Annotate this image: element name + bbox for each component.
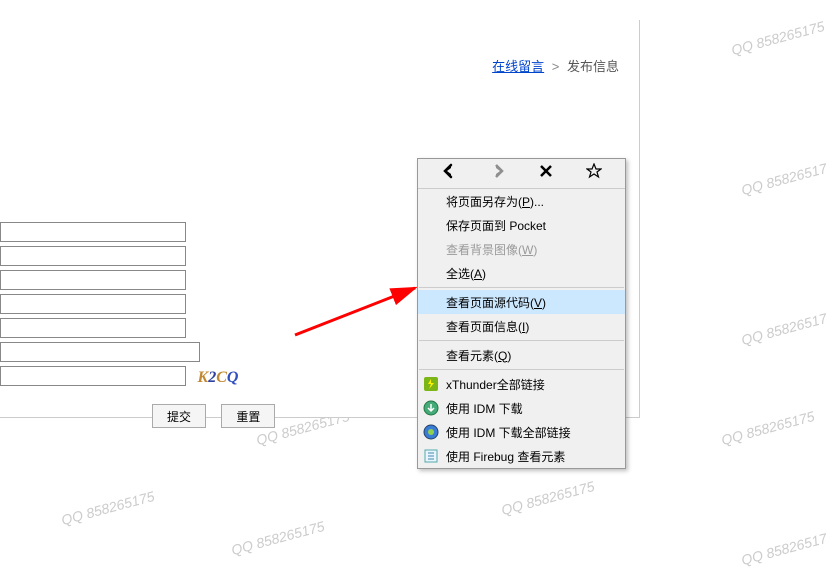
input-6[interactable] bbox=[0, 342, 200, 362]
nav-forward-icon[interactable] bbox=[490, 163, 506, 184]
context-item[interactable]: 使用 IDM 下载 bbox=[418, 396, 625, 420]
idm-all-icon bbox=[423, 424, 439, 440]
context-separator bbox=[419, 287, 624, 288]
context-item-label: 使用 IDM 下载全部链接 bbox=[446, 424, 571, 441]
watermark: QQ 858265175 bbox=[60, 488, 157, 528]
context-item[interactable]: 保存页面到 Pocket bbox=[418, 213, 625, 237]
watermark: QQ 858265175 bbox=[740, 528, 827, 568]
idm-icon bbox=[423, 400, 439, 416]
context-separator bbox=[419, 369, 624, 370]
firebug-icon bbox=[423, 448, 439, 464]
input-2[interactable] bbox=[0, 246, 186, 266]
context-menu: 将页面另存为(P)... 保存页面到 Pocket 查看背景图像(W) 全选(A) 查看… bbox=[417, 158, 626, 469]
context-item-label: 查看元素(Q) bbox=[446, 347, 511, 364]
watermark: QQ 858265175 bbox=[230, 518, 327, 558]
context-item-label: 保存页面到 Pocket bbox=[446, 217, 546, 234]
context-item[interactable]: 将页面另存为(P)... bbox=[418, 189, 625, 213]
context-item[interactable]: 查看页面源代码(V) bbox=[418, 290, 625, 314]
nav-back-icon[interactable] bbox=[441, 163, 457, 184]
captcha-input[interactable] bbox=[0, 366, 186, 386]
watermark: QQ 858265175 bbox=[740, 158, 827, 198]
context-item-label: 使用 Firebug 查看元素 bbox=[446, 448, 565, 465]
breadcrumb-link[interactable]: 在线留言 bbox=[492, 59, 544, 74]
nav-star-icon[interactable] bbox=[586, 163, 602, 184]
xthunder-icon bbox=[423, 376, 439, 392]
context-item[interactable]: 使用 IDM 下载全部链接 bbox=[418, 420, 625, 444]
watermark: QQ 858265175 bbox=[500, 478, 597, 518]
breadcrumb-sep: > bbox=[552, 59, 560, 74]
watermark: QQ 858265175 bbox=[730, 18, 827, 58]
reset-button[interactable]: 重置 bbox=[221, 404, 275, 428]
context-item[interactable]: xThunder全部链接 bbox=[418, 372, 625, 396]
breadcrumb-current: 发布信息 bbox=[567, 59, 619, 74]
nav-close-icon[interactable] bbox=[539, 164, 553, 183]
context-item-label: 查看页面源代码(V) bbox=[446, 294, 546, 311]
context-item[interactable]: 使用 Firebug 查看元素 bbox=[418, 444, 625, 468]
context-item-label: 全选(A) bbox=[446, 265, 486, 282]
submit-button[interactable]: 提交 bbox=[152, 404, 206, 428]
context-item[interactable]: 查看页面信息(I) bbox=[418, 314, 625, 338]
context-item-label: 使用 IDM 下载 bbox=[446, 400, 523, 417]
context-nav bbox=[418, 159, 625, 189]
input-4[interactable] bbox=[0, 294, 186, 314]
input-3[interactable] bbox=[0, 270, 186, 290]
captcha-image[interactable]: K2CQ bbox=[188, 366, 248, 390]
context-item-label: 将页面另存为(P)... bbox=[446, 193, 544, 210]
input-5[interactable] bbox=[0, 318, 186, 338]
context-item-label: xThunder全部链接 bbox=[446, 376, 545, 393]
input-1[interactable] bbox=[0, 222, 186, 242]
watermark: QQ 858265175 bbox=[740, 308, 827, 348]
context-item[interactable]: 全选(A) bbox=[418, 261, 625, 285]
context-item-label: 查看背景图像(W) bbox=[446, 241, 537, 258]
breadcrumb: 在线留言 > 发布信息 bbox=[492, 56, 619, 75]
context-item-label: 查看页面信息(I) bbox=[446, 318, 529, 335]
context-separator bbox=[419, 340, 624, 341]
form-area: K2CQ 提交 重置 bbox=[0, 222, 287, 428]
watermark: QQ 858265175 bbox=[720, 408, 817, 448]
context-item: 查看背景图像(W) bbox=[418, 237, 625, 261]
context-item[interactable]: 查看元素(Q) bbox=[418, 343, 625, 367]
